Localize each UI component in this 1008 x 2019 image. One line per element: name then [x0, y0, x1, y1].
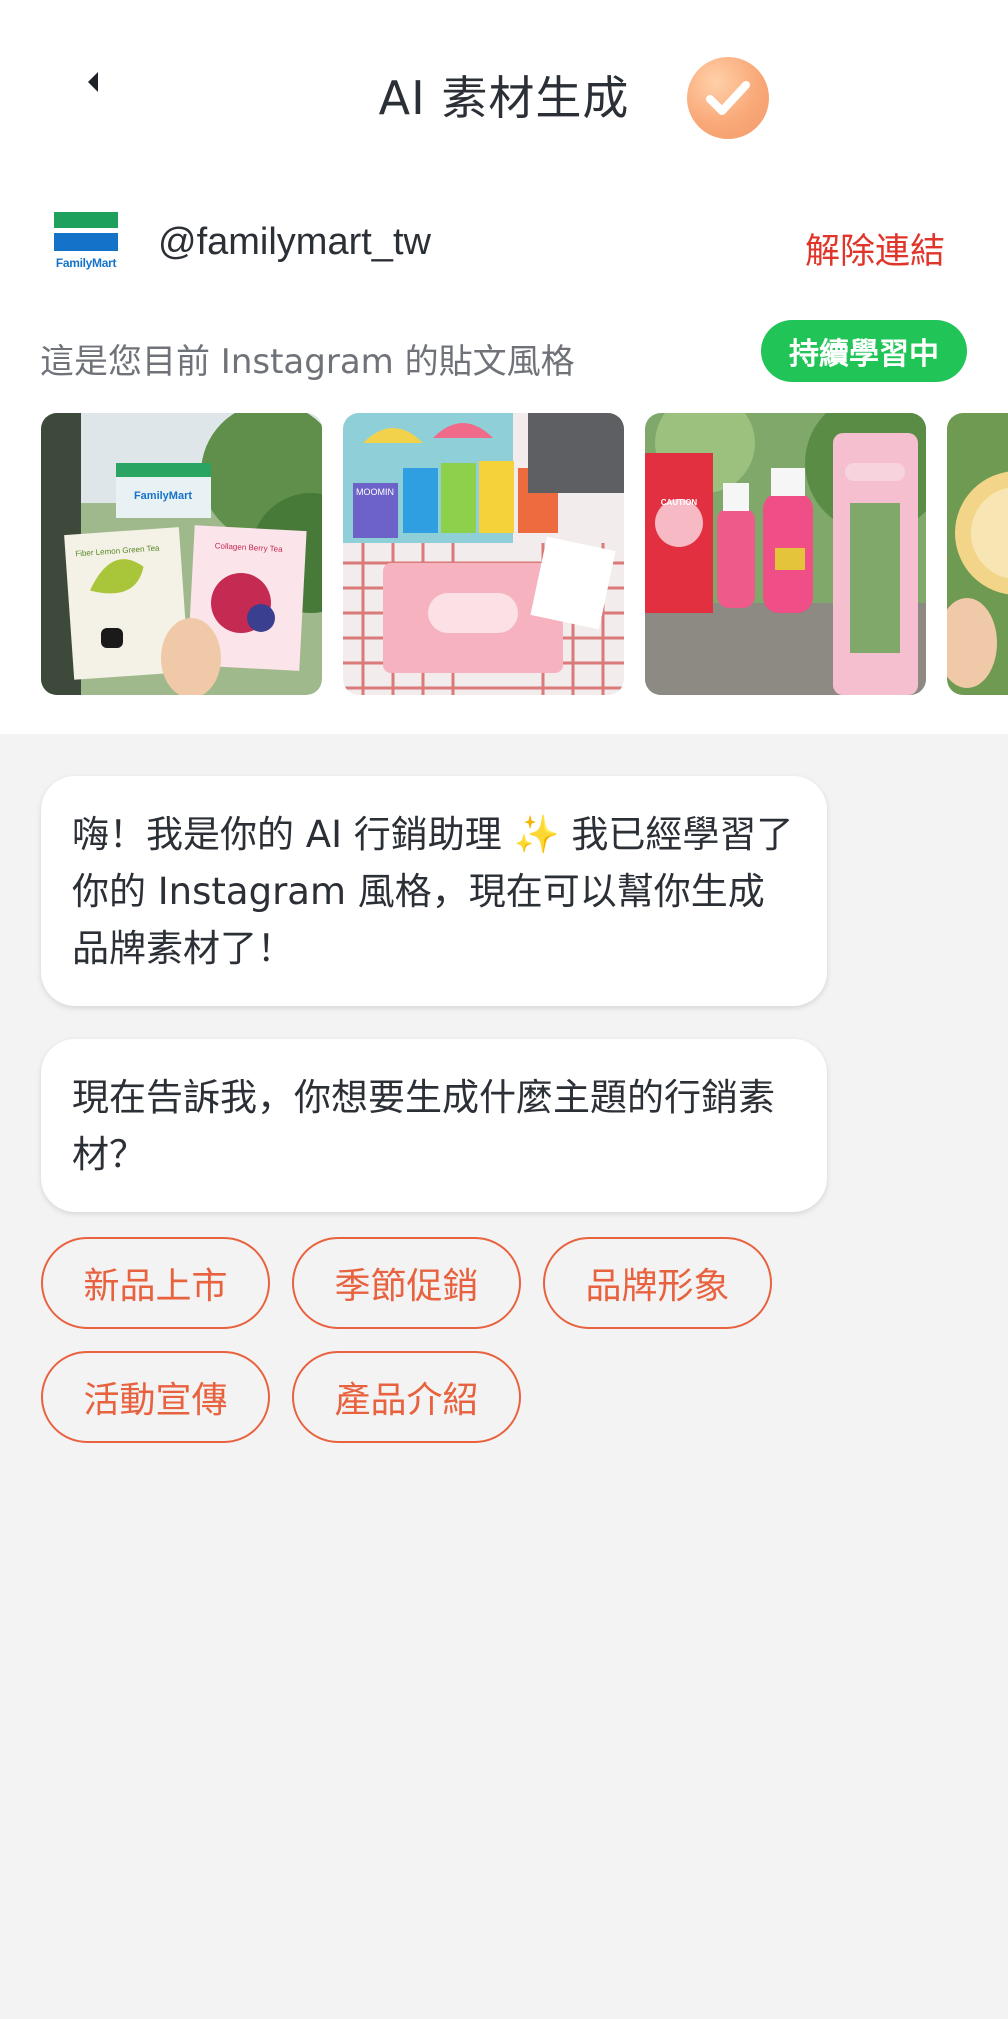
unlink-button[interactable]: 解除連結 [805, 223, 945, 274]
instagram-post-gallery[interactable]: FamilyMart Fiber Lemon Green Tea Collage… [41, 413, 1008, 695]
option-chip-product-intro[interactable]: 產品介紹 [292, 1351, 521, 1443]
account-row: FamilyMart @familymart_tw 解除連結 [0, 205, 1008, 285]
check-icon [706, 81, 750, 115]
post-thumbnail[interactable]: FamilyMart Fiber Lemon Green Tea Collage… [41, 413, 322, 695]
page-title: AI 素材生成 [378, 71, 630, 125]
assistant-message: 現在告訴我，你想要生成什麼主題的行銷素材？ [41, 1039, 827, 1212]
option-chip-seasonal-promo[interactable]: 季節促銷 [292, 1237, 521, 1329]
style-label: 這是您目前 Instagram 的貼文風格 [40, 342, 575, 382]
option-chip-brand-image[interactable]: 品牌形象 [543, 1237, 772, 1329]
option-chip-event-promotion[interactable]: 活動宣傳 [41, 1351, 270, 1443]
option-chip-new-product[interactable]: 新品上市 [41, 1237, 270, 1329]
svg-text:MOOMIN: MOOMIN [356, 487, 394, 497]
status-check-badge [687, 57, 769, 139]
svg-text:CAUTION: CAUTION [661, 498, 698, 507]
post-thumbnail[interactable]: CAUTION [645, 413, 926, 695]
learning-status-badge: 持續學習中 [761, 320, 967, 382]
assistant-message: 嗨！我是你的 AI 行銷助理 ✨ 我已經學習了你的 Instagram 風格，現… [41, 776, 827, 1006]
svg-text:FamilyMart: FamilyMart [134, 490, 192, 502]
header-panel: AI 素材生成 FamilyMart @familymart_tw 解除連結 這… [0, 0, 1008, 734]
post-thumbnail[interactable] [947, 413, 1008, 695]
logo-text: FamilyMart [55, 256, 117, 270]
account-handle: @familymart_tw [158, 221, 431, 263]
familymart-logo: FamilyMart [54, 212, 118, 276]
post-thumbnail[interactable]: MOOMIN [343, 413, 624, 695]
